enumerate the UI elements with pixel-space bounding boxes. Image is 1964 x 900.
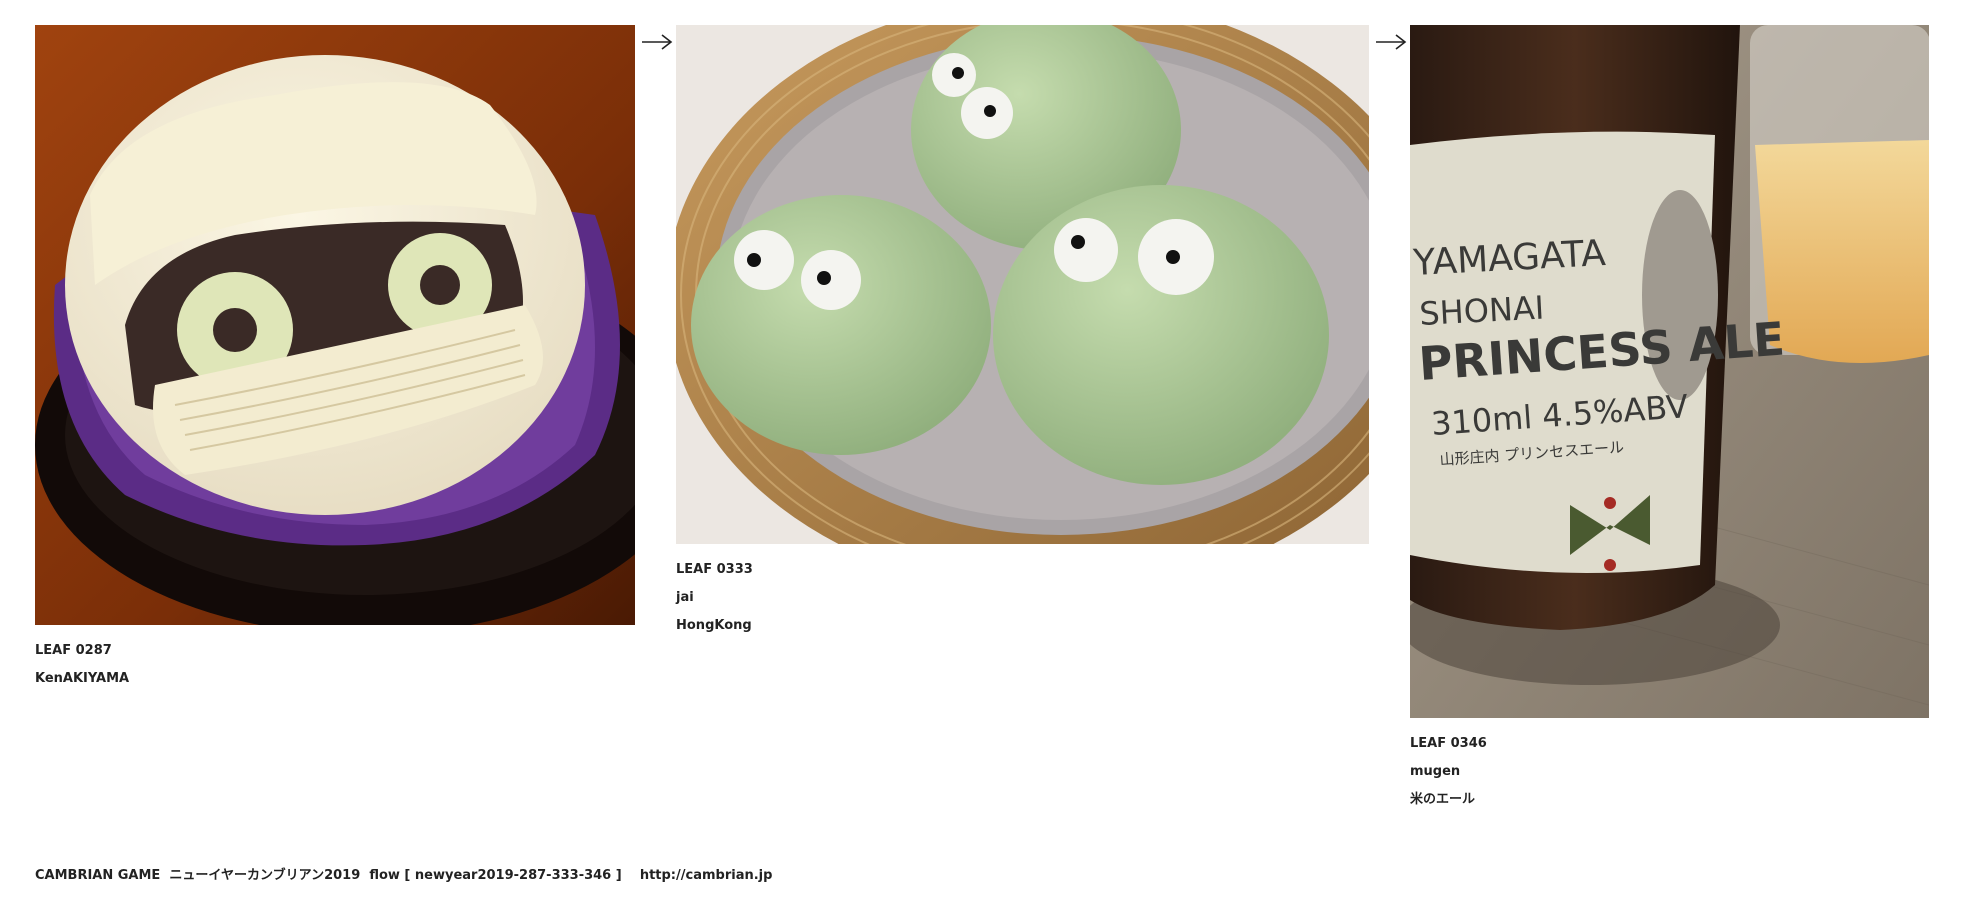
leaf-note: 米のエール (1410, 792, 1476, 807)
frog-buns-photo[interactable] (676, 25, 1369, 544)
footer-url-link[interactable]: http://cambrian.jp (640, 868, 773, 883)
footer-brand[interactable]: CAMBRIAN GAME (35, 868, 160, 883)
right-arrow-icon (1376, 34, 1407, 50)
footer-title[interactable]: ニューイヤーカンブリアン2019 (169, 868, 360, 883)
leaf-id[interactable]: LEAF 0333 (676, 556, 1369, 584)
right-arrow-icon (642, 34, 673, 50)
beer-bottle-photo[interactable]: YAMAGATA SHONAI PRINCESS ALE 310ml 4.5%A… (1410, 25, 1929, 718)
leaf-caption: LEAF 0346 mugen 米のエール (1410, 730, 1929, 814)
leaf-note: HongKong (676, 618, 752, 633)
leaf-card-0346: YAMAGATA SHONAI PRINCESS ALE 310ml 4.5%A… (1410, 25, 1929, 814)
flow-page: LEAF 0287 KenAKIYAMA LEAF 0333 jai HongK… (0, 0, 1964, 900)
leaf-id[interactable]: LEAF 0287 (35, 637, 635, 665)
leaf-author[interactable]: mugen (1410, 758, 1929, 786)
leaf-caption: LEAF 0287 KenAKIYAMA (35, 637, 635, 693)
footer-flow: flow [ newyear2019-287-333-346 ] (369, 868, 622, 883)
leaf-caption: LEAF 0333 jai HongKong (676, 556, 1369, 640)
leaf-card-0287: LEAF 0287 KenAKIYAMA (35, 25, 635, 693)
page-footer: CAMBRIAN GAME ニューイヤーカンブリアン2019 flow [ ne… (35, 864, 772, 883)
mummy-cake-photo[interactable] (35, 25, 635, 625)
label-line-2: SHONAI (1418, 289, 1545, 333)
leaf-author[interactable]: jai (676, 584, 1369, 612)
leaf-card-0333: LEAF 0333 jai HongKong (676, 25, 1369, 640)
leaf-id[interactable]: LEAF 0346 (1410, 730, 1929, 758)
leaf-author[interactable]: KenAKIYAMA (35, 665, 635, 693)
